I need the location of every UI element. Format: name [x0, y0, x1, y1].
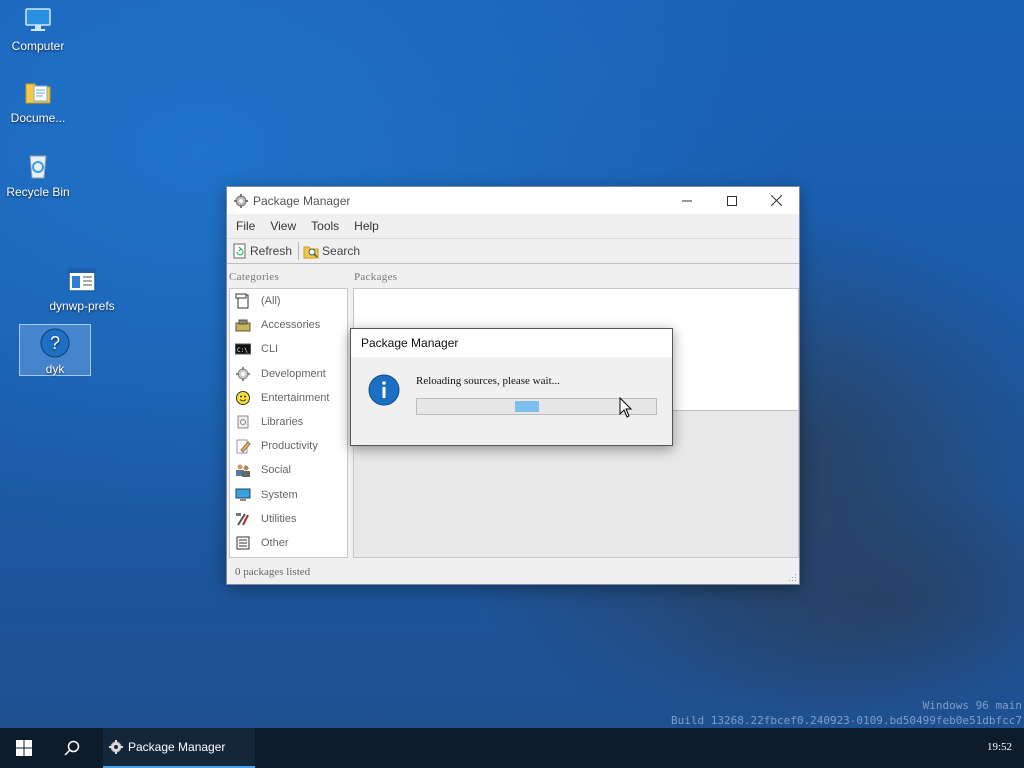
refresh-button[interactable]: Refresh — [233, 243, 298, 259]
category-label: Accessories — [261, 319, 321, 332]
category-item-other[interactable]: Other — [230, 531, 347, 555]
terminal-icon: C:\ — [234, 341, 251, 358]
taskbar-clock[interactable]: 19:52 — [987, 741, 1012, 753]
window-title: Package Manager — [253, 193, 351, 208]
svg-text:?: ? — [50, 333, 60, 353]
desktop-icon-label: Docume... — [10, 111, 66, 125]
windows-logo-icon — [16, 740, 32, 756]
search-icon — [64, 740, 80, 756]
computer-icon — [25, 8, 51, 31]
category-label: Libraries — [261, 416, 304, 429]
package-gear-icon — [234, 193, 248, 208]
menu-tools[interactable]: Tools — [304, 219, 347, 233]
all-packages-icon — [234, 293, 251, 310]
category-label: Productivity — [261, 440, 318, 453]
progress-marquee-chunk — [515, 401, 539, 412]
svg-text:C:\: C:\ — [237, 347, 248, 354]
loading-dialog[interactable]: Package Manager Reloading sources, pleas… — [350, 328, 673, 446]
desktop-icon-documents[interactable]: Docume... — [2, 76, 74, 124]
categories-heading: Categories — [229, 271, 280, 283]
search-button[interactable]: Search — [303, 243, 366, 259]
other-icon — [234, 534, 251, 551]
development-gear-icon — [234, 365, 251, 382]
toolbar: Refresh Search — [227, 238, 799, 264]
desktop-icon-label: dynwp-prefs — [49, 299, 115, 313]
library-icon — [234, 414, 251, 431]
taskbar-search-button[interactable] — [48, 728, 96, 768]
help-question-icon: ? — [40, 328, 70, 358]
close-button[interactable] — [754, 187, 799, 214]
category-item-entertainment[interactable]: Entertainment — [230, 386, 347, 410]
build-watermark: Windows 96 main Build 13268.22fbcef0.240… — [671, 698, 1022, 728]
menu-bar: File View Tools Help — [227, 214, 799, 238]
watermark-line-1: Windows 96 main — [922, 699, 1022, 712]
refresh-label: Refresh — [250, 244, 293, 258]
category-label: CLI — [261, 343, 279, 356]
minimize-button[interactable] — [664, 187, 709, 214]
pencil-document-icon — [234, 438, 251, 455]
category-label: Entertainment — [261, 391, 330, 404]
maximize-icon — [726, 195, 737, 206]
smiley-icon — [234, 389, 251, 406]
taskbar-item-label: Package Manager — [128, 740, 226, 754]
users-icon — [234, 462, 251, 479]
watermark-line-2: Build 13268.22fbcef0.240923-0109.bd50499… — [671, 714, 1022, 727]
resize-grip-icon[interactable] — [789, 574, 797, 582]
category-item-system[interactable]: System — [230, 483, 347, 507]
desktop-icon-recycle-bin[interactable]: Recycle Bin — [2, 150, 74, 198]
menu-view[interactable]: View — [263, 219, 304, 233]
start-button[interactable] — [0, 728, 48, 768]
category-label: (All) — [261, 295, 281, 308]
accessories-icon — [234, 317, 251, 334]
categories-list: (All) Accessories C:\ CLI Development En… — [229, 288, 348, 558]
category-label: Utilities — [261, 512, 297, 525]
category-label: System — [261, 488, 298, 501]
maximize-button[interactable] — [709, 187, 754, 214]
info-icon — [368, 374, 400, 406]
search-label: Search — [322, 244, 361, 258]
taskbar-item-package-manager[interactable]: Package Manager — [103, 728, 255, 768]
packages-heading: Packages — [354, 271, 398, 283]
close-icon — [771, 195, 782, 206]
category-item-utilities[interactable]: Utilities — [230, 507, 347, 531]
menu-help[interactable]: Help — [347, 219, 387, 233]
recycle-bin-icon — [29, 155, 47, 179]
monitor-icon — [234, 486, 251, 503]
documents-folder-icon — [25, 83, 51, 104]
category-item-social[interactable]: Social — [230, 458, 347, 482]
status-text: 0 packages listed — [235, 566, 311, 578]
desktop-icon-dynwp-prefs[interactable]: dynwp-prefs — [46, 264, 118, 312]
category-item-all[interactable]: (All) — [230, 289, 347, 313]
dialog-message: Reloading sources, please wait... — [416, 375, 560, 387]
refresh-icon — [233, 243, 246, 259]
minimize-icon — [681, 200, 692, 201]
dialog-title: Package Manager — [351, 329, 672, 357]
category-item-development[interactable]: Development — [230, 362, 347, 386]
taskbar: Package Manager 19:52 — [0, 728, 1024, 768]
desktop-icon-dyk[interactable]: ? dyk — [19, 324, 91, 376]
desktop-icon-label: Recycle Bin — [6, 185, 70, 199]
category-item-productivity[interactable]: Productivity — [230, 434, 347, 458]
category-label: Social — [261, 464, 291, 477]
category-label: Development — [261, 367, 326, 380]
desktop-icon-computer[interactable]: Computer — [2, 4, 74, 52]
category-item-accessories[interactable]: Accessories — [230, 313, 347, 337]
category-label: Other — [261, 536, 289, 549]
mouse-cursor-icon — [619, 397, 633, 418]
window-titlebar[interactable]: Package Manager — [227, 187, 799, 214]
category-item-cli[interactable]: C:\ CLI — [230, 337, 347, 361]
menu-file[interactable]: File — [229, 219, 263, 233]
search-icon — [303, 246, 319, 259]
toolbar-separator — [298, 242, 300, 260]
window-settings-icon — [68, 268, 96, 292]
desktop-icon-label: dyk — [45, 362, 65, 376]
package-gear-icon — [109, 740, 123, 754]
tools-icon — [234, 510, 251, 527]
category-item-libraries[interactable]: Libraries — [230, 410, 347, 434]
desktop-icon-label: Computer — [11, 39, 65, 53]
